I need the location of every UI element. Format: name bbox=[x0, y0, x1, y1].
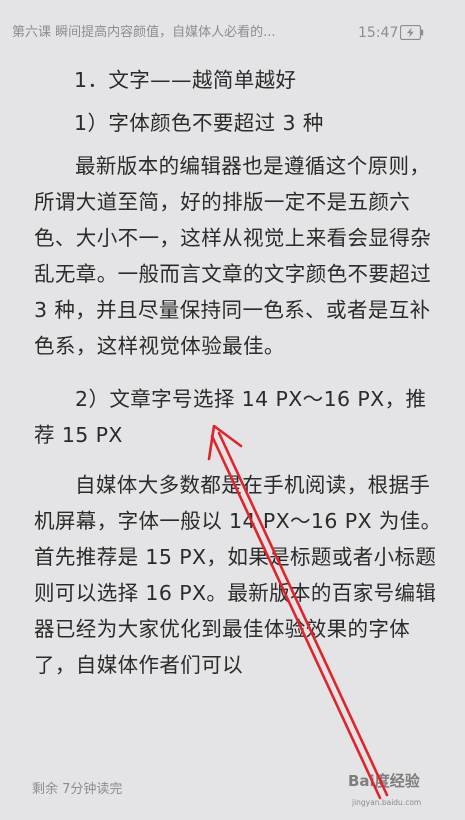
status-bar: 第六课 瞬间提高内容颜值，自媒体人必看的... 15:47 bbox=[0, 0, 465, 44]
article-content: 1．文字——越简单越好 1）字体颜色不要超过 3 种 最新版本的编辑器也是遵循这… bbox=[34, 62, 444, 683]
reading-time-remaining: 剩余 7分钟读完 bbox=[32, 782, 123, 797]
article-paragraph: 最新版本的编辑器也是遵循这个原则，所谓大道至简，好的排版一定不是五颜六色、大小不… bbox=[34, 154, 432, 358]
watermark-url: jingyan.baidu.com bbox=[352, 798, 422, 807]
article-paragraph: 自媒体大多数都是在手机阅读，根据手机屏幕，字体一般以 14 PX～16 PX 为… bbox=[34, 473, 442, 677]
battery-charging-icon bbox=[400, 25, 424, 40]
baidu-jingyan-watermark: Bai度经验 bbox=[348, 772, 420, 790]
book-chapter-title: 第六课 瞬间提高内容颜值，自媒体人必看的... bbox=[12, 25, 276, 40]
subsection-heading: 2）文章字号选择 14 PX～16 PX，推荐 15 PX bbox=[34, 387, 427, 447]
status-clock: 15:47 bbox=[358, 25, 399, 41]
subsection-heading: 1）字体颜色不要超过 3 种 bbox=[74, 111, 324, 135]
section-heading: 1．文字——越简单越好 bbox=[74, 68, 297, 92]
